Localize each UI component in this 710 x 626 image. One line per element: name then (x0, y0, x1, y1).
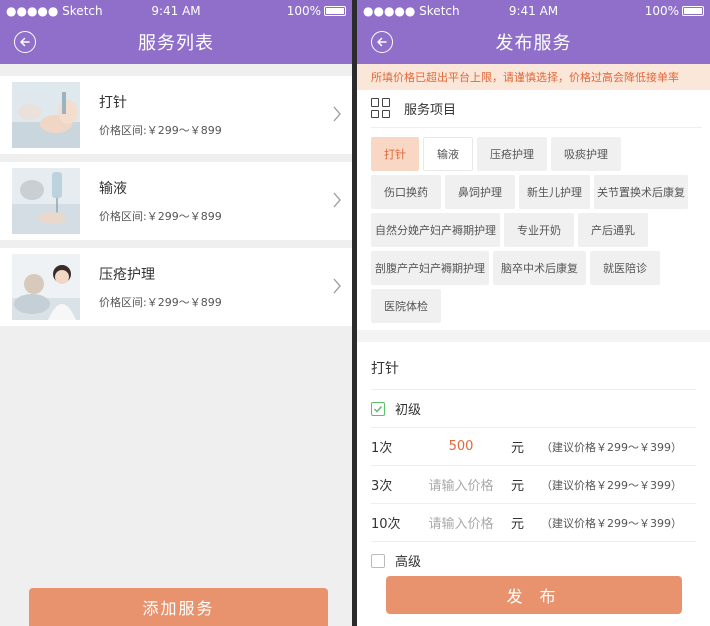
injection-photo (12, 82, 80, 148)
advanced-level-checkbox[interactable] (371, 553, 385, 568)
service-tag[interactable]: 自然分娩产妇产褥期护理 (371, 213, 500, 247)
service-tag[interactable]: 产后通乳 (578, 213, 648, 247)
service-name: 压疮护理 (99, 267, 155, 283)
times-label: 1次 (371, 441, 393, 456)
service-tag[interactable]: 伤口换药 (371, 175, 441, 209)
grid-icon (371, 98, 391, 118)
price-input[interactable]: 500 (411, 439, 511, 454)
unit-label: 元 (511, 441, 525, 456)
service-list: 打针 价格区间:￥299～￥899 输液 价格区间:￥299～￥899 压疮护理… (0, 70, 352, 326)
service-name: 打针 (99, 95, 127, 111)
battery-percent: 100% (286, 4, 321, 18)
header-bar: ●●●●● Sketch 9:41 AM 100% 服务列表 (0, 0, 352, 64)
service-name: 输液 (99, 181, 127, 197)
list-item[interactable]: 输液 价格区间:￥299～￥899 (0, 162, 352, 240)
service-tag[interactable]: 脑卒中术后康复 (493, 251, 586, 285)
level-advanced-row[interactable]: 高级 (371, 541, 696, 579)
price-row: 10次 请输入价格 元 （建议价格￥299～￥399） (371, 503, 696, 541)
service-tag[interactable]: 鼻饲护理 (445, 175, 515, 209)
section-title: 服务项目 (404, 102, 457, 118)
service-price: 价格区间:￥299～￥899 (99, 210, 222, 223)
service-tag[interactable]: 吸痰护理 (551, 137, 621, 171)
price-input[interactable]: 请输入价格 (411, 513, 511, 532)
status-bar: ●●●●● Sketch 9:41 AM 100% (0, 3, 352, 21)
page-title: 服务列表 (138, 33, 214, 54)
divider (371, 127, 702, 128)
publish-service-screen: ●●●●● Sketch 9:41 AM 100% 发布服务 所填价格已超出平台… (357, 0, 710, 626)
service-tag[interactable]: 医院体检 (371, 289, 441, 323)
page-title: 发布服务 (495, 33, 572, 54)
nav-bar: 发布服务 (357, 26, 710, 58)
service-tag[interactable]: 输液 (423, 137, 473, 171)
times-label: 3次 (371, 479, 393, 494)
service-tag[interactable]: 就医陪诊 (590, 251, 660, 285)
level-basic-row[interactable]: 初级 (371, 389, 696, 427)
battery-percent: 100% (644, 4, 679, 18)
status-bar: ●●●●● Sketch 9:41 AM 100% (357, 3, 710, 21)
section-header: 服务项目 (371, 98, 456, 118)
times-label: 10次 (371, 517, 401, 532)
battery-icon (682, 6, 704, 16)
service-tag[interactable]: 新生儿护理 (519, 175, 590, 209)
service-price: 价格区间:￥299～￥899 (99, 124, 222, 137)
chevron-right-icon (333, 106, 341, 122)
list-item[interactable]: 打针 价格区间:￥299～￥899 (0, 76, 352, 154)
service-tag[interactable]: 关节置换术后康复 (594, 175, 688, 209)
iv-drip-photo (12, 168, 80, 234)
battery-indicator: 100% (287, 4, 346, 18)
price-input[interactable]: 请输入价格 (411, 475, 511, 494)
suggested-price: （建议价格￥299～￥399） (541, 440, 682, 454)
add-service-button[interactable]: 添加服务 (29, 588, 328, 626)
check-icon (373, 405, 383, 413)
unit-label: 元 (511, 479, 525, 494)
battery-icon (324, 6, 346, 16)
selected-service-title: 打针 (371, 361, 399, 377)
battery-indicator: 100% (645, 4, 704, 18)
service-tag-list: 打针 输液 压疮护理 吸痰护理 伤口换药 鼻饲护理 新生儿护理 关节置换术后康复… (371, 137, 710, 327)
publish-button[interactable]: 发 布 (386, 576, 682, 614)
service-tag[interactable]: 压疮护理 (477, 137, 547, 171)
basic-level-checkbox[interactable] (371, 401, 385, 416)
suggested-price: （建议价格￥299～￥399） (541, 478, 682, 492)
price-row: 3次 请输入价格 元 （建议价格￥299～￥399） (371, 465, 696, 503)
service-tag[interactable]: 剖腹产产妇产褥期护理 (371, 251, 489, 285)
unit-label: 元 (511, 517, 525, 532)
level-label: 高级 (395, 555, 422, 570)
price-row: 1次 500 元 （建议价格￥299～￥399） (371, 427, 696, 465)
service-items-section: 服务项目 打针 输液 压疮护理 吸痰护理 伤口换药 鼻饲护理 新生儿护理 关节置… (357, 90, 710, 330)
header-bar: ●●●●● Sketch 9:41 AM 100% 发布服务 (357, 0, 710, 64)
level-label: 初级 (395, 403, 422, 418)
service-price: 价格区间:￥299～￥899 (99, 296, 222, 309)
chevron-right-icon (333, 192, 341, 208)
nurse-photo (12, 254, 80, 320)
chevron-right-icon (333, 278, 341, 294)
list-item[interactable]: 压疮护理 价格区间:￥299～￥899 (0, 248, 352, 326)
service-tag[interactable]: 专业开奶 (504, 213, 574, 247)
service-tag-selected[interactable]: 打针 (371, 137, 419, 171)
service-list-screen: ●●●●● Sketch 9:41 AM 100% 服务列表 打针 价格区间:￥… (0, 0, 352, 626)
suggested-price: （建议价格￥299～￥399） (541, 516, 682, 530)
nav-bar: 服务列表 (0, 26, 352, 58)
price-warning-banner: 所填价格已超出平台上限，请谨慎选择，价格过高会降低接单率 (357, 64, 710, 90)
